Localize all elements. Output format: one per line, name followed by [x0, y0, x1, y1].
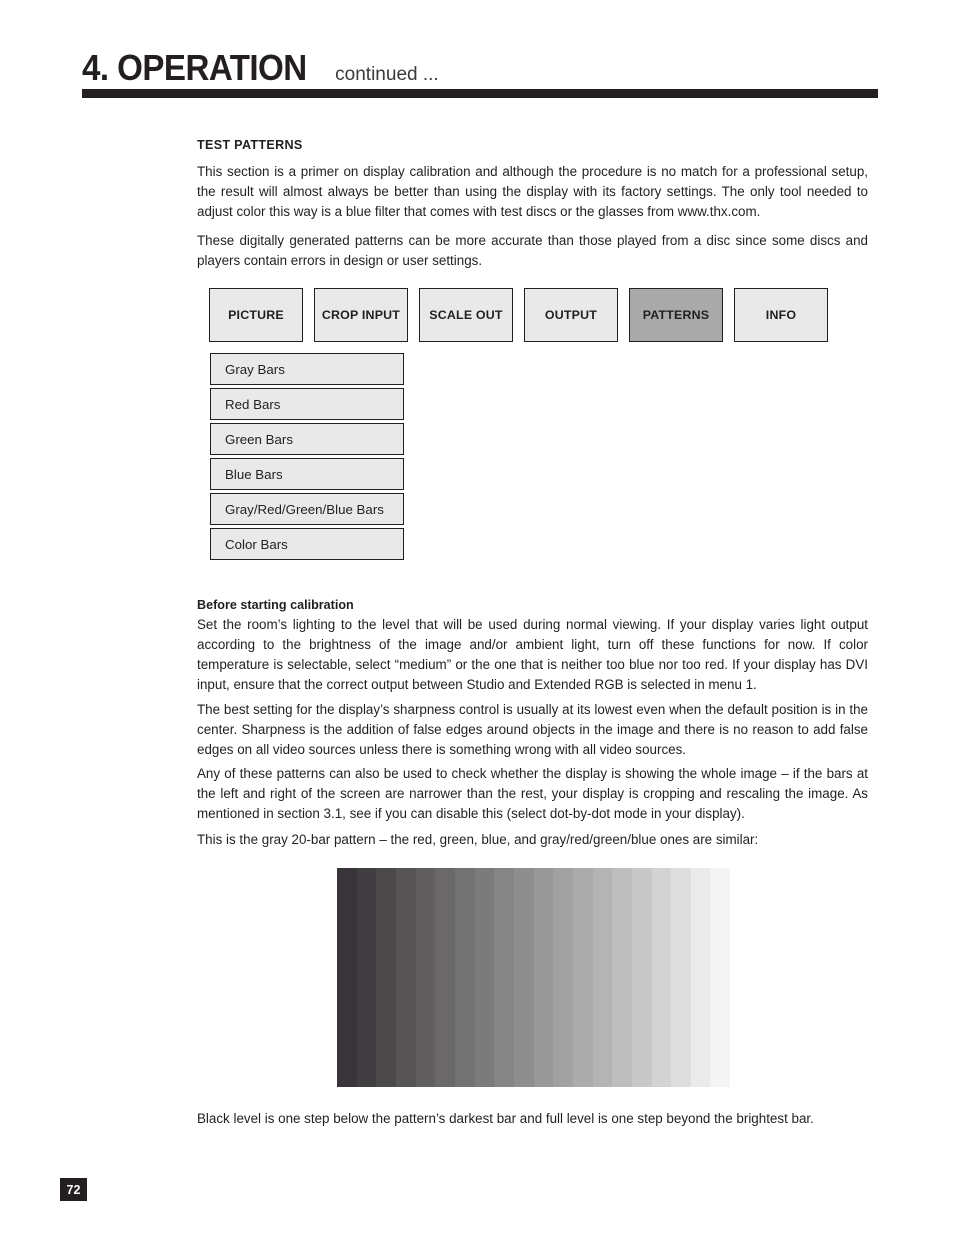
gray-bar-10 — [513, 868, 534, 1087]
chapter-heading: 4. OPERATION continued ... — [82, 50, 439, 86]
test-patterns-section: TEST PATTERNS — [197, 138, 868, 152]
tab-scale-out[interactable]: SCALE OUT — [419, 288, 513, 342]
tab-info[interactable]: INFO — [734, 288, 828, 342]
calibration-paragraph-4-wrap: This is the gray 20-bar pattern – the re… — [197, 830, 868, 850]
gray-bar-17 — [651, 868, 672, 1087]
tab-scale-out-label: SCALE OUT — [429, 308, 503, 322]
menu-item-red-bars-label: Red Bars — [225, 396, 281, 412]
intro-paragraph-2-wrap: These digitally generated patterns can b… — [197, 231, 868, 271]
gray-bar-11 — [533, 868, 554, 1087]
tab-crop-input-label: CROP INPUT — [321, 308, 401, 322]
tab-picture[interactable]: PICTURE — [209, 288, 303, 342]
gray-bar-14 — [592, 868, 613, 1087]
page-number-badge: 72 — [60, 1178, 87, 1201]
pattern-caption-wrap: Black level is one step below the patter… — [197, 1109, 868, 1129]
calibration-paragraph-2: The best setting for the display’s sharp… — [197, 702, 868, 757]
menu-item-blue-bars-label: Blue Bars — [225, 466, 283, 482]
gray-bar-4 — [395, 868, 416, 1087]
section-title: TEST PATTERNS — [197, 138, 303, 152]
menu-item-green-bars[interactable]: Green Bars — [210, 423, 404, 455]
menu-item-gray-red-green-blue-bars[interactable]: Gray/Red/Green/Blue Bars — [210, 493, 404, 525]
menu-item-green-bars-label: Green Bars — [225, 431, 293, 447]
patterns-tab-row: PICTURE CROP INPUT SCALE OUT OUTPUT PATT… — [209, 288, 828, 342]
gray-bar-15 — [612, 868, 632, 1087]
menu-item-red-bars[interactable]: Red Bars — [210, 388, 404, 420]
tab-picture-label: PICTURE — [228, 308, 284, 322]
tab-output[interactable]: OUTPUT — [524, 288, 618, 342]
calibration-paragraph-3-wrap: Any of these patterns can also be used t… — [197, 764, 868, 824]
gray-bar-19 — [690, 868, 711, 1087]
intro-paragraph-1: This section is a primer on display cali… — [197, 164, 868, 219]
menu-item-gray-bars[interactable]: Gray Bars — [210, 353, 404, 385]
menu-item-gray-red-green-blue-bars-label: Gray/Red/Green/Blue Bars — [225, 501, 384, 517]
calibration-heading: Before starting calibration — [197, 598, 354, 612]
chapter-continued-label: continued ... — [335, 64, 439, 85]
gray-bar-1 — [337, 868, 357, 1087]
menu-item-blue-bars[interactable]: Blue Bars — [210, 458, 404, 490]
calibration-paragraph-3: Any of these patterns can also be used t… — [197, 766, 868, 821]
intro-paragraph-2: These digitally generated patterns can b… — [197, 233, 868, 268]
gray-bar-18 — [671, 868, 691, 1087]
tab-output-label: OUTPUT — [544, 308, 598, 322]
header-rule — [82, 89, 878, 98]
calibration-paragraph-1-wrap: Set the room’s lighting to the level tha… — [197, 615, 868, 695]
gray-bar-3 — [376, 868, 396, 1087]
calibration-heading-wrap: Before starting calibration — [197, 598, 868, 612]
page-number: 72 — [66, 1182, 81, 1197]
calibration-paragraph-1: Set the room’s lighting to the level tha… — [197, 617, 868, 692]
intro-paragraph-1-wrap: This section is a primer on display cali… — [197, 162, 868, 222]
gray-bar-6 — [435, 868, 455, 1087]
gray-bar-8 — [474, 868, 495, 1087]
page-header: 4. OPERATION continued ... — [82, 50, 878, 98]
gray-bar-20 — [710, 868, 731, 1087]
calibration-paragraph-4: This is the gray 20-bar pattern – the re… — [197, 832, 759, 847]
gray-20-bar-pattern-image — [337, 868, 731, 1087]
gray-bar-5 — [415, 868, 436, 1087]
tab-patterns-label: PATTERNS — [642, 308, 710, 322]
pattern-caption: Black level is one step below the patter… — [197, 1111, 814, 1126]
menu-item-gray-bars-label: Gray Bars — [225, 361, 285, 377]
calibration-paragraph-2-wrap: The best setting for the display’s sharp… — [197, 700, 868, 760]
chapter-title: 4. OPERATION — [82, 47, 307, 88]
gray-bar-9 — [494, 868, 514, 1087]
tab-patterns[interactable]: PATTERNS — [629, 288, 723, 342]
tab-info-label: INFO — [765, 308, 797, 322]
gray-bar-2 — [356, 868, 377, 1087]
gray-bar-16 — [631, 868, 652, 1087]
gray-bar-7 — [454, 868, 475, 1087]
menu-item-color-bars-label: Color Bars — [225, 536, 288, 552]
menu-item-color-bars[interactable]: Color Bars — [210, 528, 404, 560]
tab-crop-input[interactable]: CROP INPUT — [314, 288, 408, 342]
patterns-menu-list: Gray Bars Red Bars Green Bars Blue Bars … — [210, 353, 404, 563]
gray-bar-12 — [553, 868, 573, 1087]
gray-bar-13 — [572, 868, 593, 1087]
